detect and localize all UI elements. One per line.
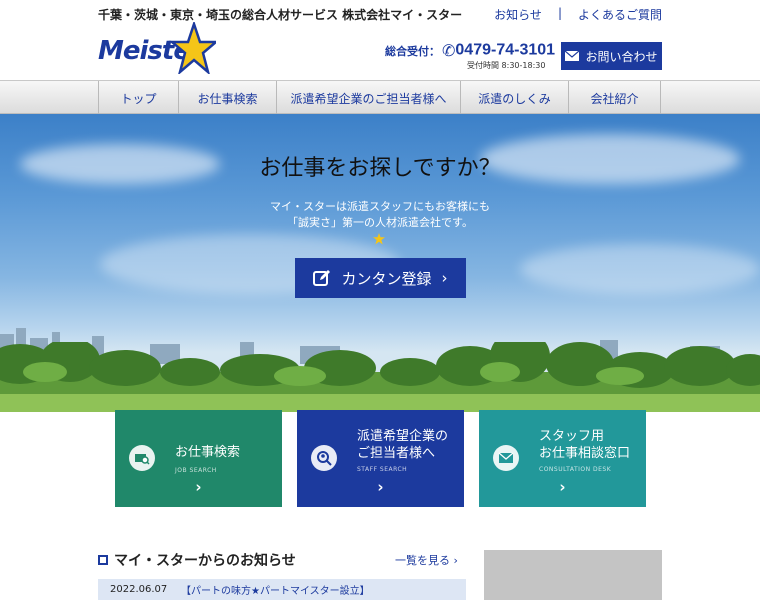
news-headline[interactable]: 【パートの味方★パートマイスター設立】 [173, 582, 370, 597]
consultation-card-subtitle: CONSULTATION DESK [539, 466, 612, 473]
quick-register-button[interactable]: カンタン登録 › [295, 258, 466, 298]
nav-item-for-companies[interactable]: 派遣希望企業のご担当者様へ [276, 81, 460, 115]
job-search-card-title: お仕事検索 [175, 445, 241, 460]
side-banner [484, 550, 662, 600]
star-icon [373, 233, 385, 245]
nav-item-top[interactable]: トップ [98, 81, 178, 115]
header-links: お知らせ | よくあるご質問 [494, 6, 662, 23]
square-bullet-icon [98, 555, 108, 565]
hero-subtitle-2: 「誠実さ」第一の人材派遣会社です。 [287, 216, 473, 229]
person-search-icon [311, 445, 337, 471]
faq-link[interactable]: よくあるご質問 [578, 6, 662, 23]
chevron-right-icon: › [195, 478, 202, 496]
site-header: 千葉・茨城・東京・埼玉の総合人材サービス 株式会社マイ・スター お知らせ | よ… [0, 0, 760, 80]
inquiry-button-label: お問い合わせ [585, 49, 658, 64]
edit-icon [313, 270, 331, 286]
chevron-right-icon: › [559, 478, 566, 496]
news-link[interactable]: お知らせ [494, 6, 542, 23]
mail-icon [565, 51, 580, 61]
business-hours: 受付時間 8:30-18:30 [467, 61, 546, 70]
consultation-card-title-1: スタッフ用 [539, 429, 605, 444]
briefcase-search-icon [129, 445, 155, 471]
contact-info: 総合受付： ✆0479-74-3101 受付時間 8:30-18:30 [385, 40, 555, 70]
contact-label: 総合受付： [385, 44, 440, 58]
job-search-card[interactable]: お仕事検索 JOB SEARCH › [115, 410, 282, 507]
consultation-card-title-2: お仕事相談窓口 [539, 446, 631, 461]
chevron-right-icon: › [377, 478, 384, 496]
company-card-title-1: 派遣希望企業の [357, 429, 449, 444]
news-section-title: マイ・スターからのお知らせ [98, 550, 296, 570]
site-logo[interactable]: Meister [98, 22, 218, 76]
news-item[interactable]: 2022.06.07 【パートの味方★パートマイスター設立】 [98, 579, 466, 600]
job-search-card-subtitle: JOB SEARCH [175, 467, 217, 474]
park-trees [0, 342, 760, 412]
company-card-subtitle: STAFF SEARCH [357, 466, 408, 473]
main-nav: トップ お仕事検索 派遣希望企業のご担当者様へ 派遣のしくみ 会社紹介 [0, 80, 760, 115]
chevron-right-icon: › [441, 269, 448, 287]
hero-banner: お仕事をお探しですか？ マイ・スターは派遣スタッフにもお客様にも 「誠実さ」第一… [0, 114, 760, 412]
consultation-card[interactable]: スタッフ用 お仕事相談窓口 CONSULTATION DESK › [479, 410, 646, 507]
mail-icon [493, 445, 519, 471]
news-date: 2022.06.07 [110, 584, 168, 595]
link-separator: | [557, 6, 562, 20]
news-view-all-link[interactable]: 一覧を見る › [395, 552, 458, 568]
phone-icon: ✆ [442, 41, 456, 60]
inquiry-button[interactable]: お問い合わせ [561, 42, 662, 70]
quick-register-label: カンタン登録 [341, 269, 432, 288]
header-tagline: 千葉・茨城・東京・埼玉の総合人材サービス 株式会社マイ・スター [98, 8, 463, 22]
hero-subtitle-1: マイ・スターは派遣スタッフにもお客様にも [270, 200, 490, 213]
nav-item-how-it-works[interactable]: 派遣のしくみ [460, 81, 568, 115]
hero-title: お仕事をお探しですか？ [259, 156, 501, 181]
nav-item-job-search[interactable]: お仕事検索 [178, 81, 276, 115]
company-card-title-2: ご担当者様へ [357, 446, 436, 461]
phone-number[interactable]: 0479-74-3101 [455, 42, 555, 59]
company-card[interactable]: 派遣希望企業の ご担当者様へ STAFF SEARCH › [297, 410, 464, 507]
star-logo-icon [168, 22, 216, 74]
news-title-text: マイ・スターからのお知らせ [114, 553, 296, 569]
nav-item-company[interactable]: 会社紹介 [568, 81, 661, 115]
